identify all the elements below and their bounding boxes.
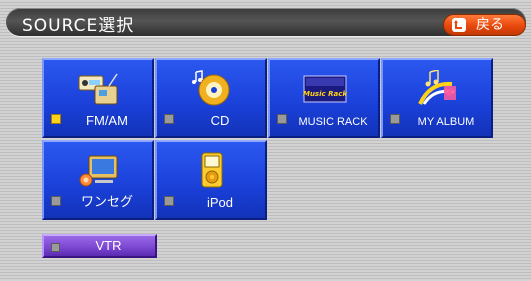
source-label: MY ALBUM — [417, 116, 475, 128]
source-label: MUSIC RACK — [298, 116, 368, 128]
back-button-label: 戻る — [476, 17, 504, 33]
tv-icon — [79, 155, 118, 187]
source-indicator-led — [277, 114, 287, 124]
source-vtr-button[interactable]: VTR — [42, 234, 157, 258]
source-label: FM/AM — [86, 113, 128, 128]
source-label: ワンセグ — [80, 194, 133, 209]
ipod-icon — [201, 152, 223, 188]
music-rack-icon: Music Rack — [303, 75, 348, 103]
source-label: VTR — [95, 238, 122, 253]
radio-icon — [78, 73, 118, 105]
source-label: CD — [210, 113, 230, 128]
source-fm-am-button[interactable]: FM/AM — [42, 58, 154, 138]
source-indicator-led — [164, 196, 174, 206]
source-cd-button[interactable]: CD — [155, 58, 267, 138]
back-arrow-icon — [452, 18, 466, 32]
source-label: iPod — [206, 195, 234, 210]
source-ipod-button[interactable]: iPod — [155, 140, 267, 220]
source-indicator-led — [390, 114, 400, 124]
source-indicator-led — [51, 196, 61, 206]
source-music-rack-button[interactable]: Music Rack MUSIC RACK — [268, 58, 380, 138]
cd-icon — [192, 70, 230, 106]
source-indicator-led — [51, 243, 60, 252]
source-my-album-button[interactable]: MY ALBUM — [381, 58, 493, 138]
source-indicator-led — [51, 114, 61, 124]
source-one-seg-button[interactable]: ワンセグ — [42, 140, 154, 220]
source-indicator-led — [164, 114, 174, 124]
music-rack-logo-text: Music Rack — [303, 90, 348, 98]
back-button[interactable]: 戻る — [443, 14, 526, 36]
page-title: SOURCE選択 — [22, 16, 135, 36]
my-album-icon — [418, 70, 456, 105]
